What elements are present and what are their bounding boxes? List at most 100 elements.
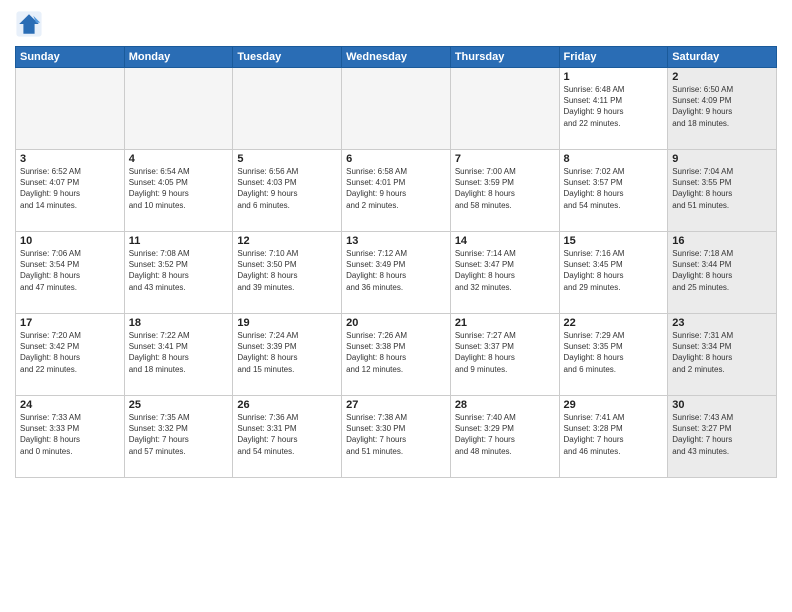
calendar-cell: 2Sunrise: 6:50 AM Sunset: 4:09 PM Daylig… [668,68,777,150]
calendar-cell: 26Sunrise: 7:36 AM Sunset: 3:31 PM Dayli… [233,396,342,478]
calendar-cell: 22Sunrise: 7:29 AM Sunset: 3:35 PM Dayli… [559,314,668,396]
day-info: Sunrise: 7:02 AM Sunset: 3:57 PM Dayligh… [564,166,664,211]
day-number: 1 [564,71,664,83]
calendar-cell: 23Sunrise: 7:31 AM Sunset: 3:34 PM Dayli… [668,314,777,396]
day-number: 2 [672,71,772,83]
logo-icon [15,10,43,38]
day-number: 16 [672,235,772,247]
day-number: 19 [237,317,337,329]
calendar-cell: 3Sunrise: 6:52 AM Sunset: 4:07 PM Daylig… [16,150,125,232]
calendar-table: SundayMondayTuesdayWednesdayThursdayFrid… [15,46,777,478]
day-info: Sunrise: 7:18 AM Sunset: 3:44 PM Dayligh… [672,248,772,293]
calendar-header: SundayMondayTuesdayWednesdayThursdayFrid… [16,47,777,68]
calendar-cell: 4Sunrise: 6:54 AM Sunset: 4:05 PM Daylig… [124,150,233,232]
day-number: 11 [129,235,229,247]
calendar-cell [450,68,559,150]
day-number: 27 [346,399,446,411]
calendar-body: 1Sunrise: 6:48 AM Sunset: 4:11 PM Daylig… [16,68,777,478]
day-number: 5 [237,153,337,165]
calendar-cell: 29Sunrise: 7:41 AM Sunset: 3:28 PM Dayli… [559,396,668,478]
day-number: 21 [455,317,555,329]
calendar-cell [124,68,233,150]
calendar-cell: 18Sunrise: 7:22 AM Sunset: 3:41 PM Dayli… [124,314,233,396]
day-number: 13 [346,235,446,247]
calendar-cell [16,68,125,150]
day-info: Sunrise: 7:20 AM Sunset: 3:42 PM Dayligh… [20,330,120,375]
day-info: Sunrise: 7:41 AM Sunset: 3:28 PM Dayligh… [564,412,664,457]
day-number: 7 [455,153,555,165]
weekday-header-friday: Friday [559,47,668,68]
day-number: 3 [20,153,120,165]
day-info: Sunrise: 7:35 AM Sunset: 3:32 PM Dayligh… [129,412,229,457]
day-info: Sunrise: 7:12 AM Sunset: 3:49 PM Dayligh… [346,248,446,293]
calendar-cell: 17Sunrise: 7:20 AM Sunset: 3:42 PM Dayli… [16,314,125,396]
day-info: Sunrise: 6:58 AM Sunset: 4:01 PM Dayligh… [346,166,446,211]
calendar-week-5: 24Sunrise: 7:33 AM Sunset: 3:33 PM Dayli… [16,396,777,478]
calendar-cell: 27Sunrise: 7:38 AM Sunset: 3:30 PM Dayli… [342,396,451,478]
logo [15,10,47,38]
day-info: Sunrise: 7:10 AM Sunset: 3:50 PM Dayligh… [237,248,337,293]
day-info: Sunrise: 6:54 AM Sunset: 4:05 PM Dayligh… [129,166,229,211]
day-info: Sunrise: 7:24 AM Sunset: 3:39 PM Dayligh… [237,330,337,375]
day-number: 29 [564,399,664,411]
day-info: Sunrise: 7:00 AM Sunset: 3:59 PM Dayligh… [455,166,555,211]
calendar-cell: 5Sunrise: 6:56 AM Sunset: 4:03 PM Daylig… [233,150,342,232]
day-number: 20 [346,317,446,329]
day-info: Sunrise: 7:33 AM Sunset: 3:33 PM Dayligh… [20,412,120,457]
calendar-cell: 12Sunrise: 7:10 AM Sunset: 3:50 PM Dayli… [233,232,342,314]
day-number: 15 [564,235,664,247]
calendar-cell: 11Sunrise: 7:08 AM Sunset: 3:52 PM Dayli… [124,232,233,314]
calendar-cell: 10Sunrise: 7:06 AM Sunset: 3:54 PM Dayli… [16,232,125,314]
day-number: 10 [20,235,120,247]
calendar-cell: 28Sunrise: 7:40 AM Sunset: 3:29 PM Dayli… [450,396,559,478]
weekday-row: SundayMondayTuesdayWednesdayThursdayFrid… [16,47,777,68]
calendar-cell: 1Sunrise: 6:48 AM Sunset: 4:11 PM Daylig… [559,68,668,150]
day-number: 17 [20,317,120,329]
weekday-header-thursday: Thursday [450,47,559,68]
day-number: 18 [129,317,229,329]
calendar-cell: 7Sunrise: 7:00 AM Sunset: 3:59 PM Daylig… [450,150,559,232]
day-number: 22 [564,317,664,329]
day-number: 8 [564,153,664,165]
weekday-header-saturday: Saturday [668,47,777,68]
calendar-cell: 21Sunrise: 7:27 AM Sunset: 3:37 PM Dayli… [450,314,559,396]
day-info: Sunrise: 6:52 AM Sunset: 4:07 PM Dayligh… [20,166,120,211]
day-number: 28 [455,399,555,411]
day-number: 23 [672,317,772,329]
weekday-header-monday: Monday [124,47,233,68]
day-info: Sunrise: 7:26 AM Sunset: 3:38 PM Dayligh… [346,330,446,375]
calendar-cell: 8Sunrise: 7:02 AM Sunset: 3:57 PM Daylig… [559,150,668,232]
day-number: 24 [20,399,120,411]
calendar-cell: 30Sunrise: 7:43 AM Sunset: 3:27 PM Dayli… [668,396,777,478]
calendar-cell: 9Sunrise: 7:04 AM Sunset: 3:55 PM Daylig… [668,150,777,232]
day-info: Sunrise: 6:48 AM Sunset: 4:11 PM Dayligh… [564,84,664,129]
day-info: Sunrise: 7:43 AM Sunset: 3:27 PM Dayligh… [672,412,772,457]
day-info: Sunrise: 7:36 AM Sunset: 3:31 PM Dayligh… [237,412,337,457]
calendar-week-3: 10Sunrise: 7:06 AM Sunset: 3:54 PM Dayli… [16,232,777,314]
calendar-cell: 24Sunrise: 7:33 AM Sunset: 3:33 PM Dayli… [16,396,125,478]
day-number: 9 [672,153,772,165]
day-info: Sunrise: 7:31 AM Sunset: 3:34 PM Dayligh… [672,330,772,375]
day-info: Sunrise: 7:27 AM Sunset: 3:37 PM Dayligh… [455,330,555,375]
day-number: 4 [129,153,229,165]
day-info: Sunrise: 7:16 AM Sunset: 3:45 PM Dayligh… [564,248,664,293]
calendar-cell: 13Sunrise: 7:12 AM Sunset: 3:49 PM Dayli… [342,232,451,314]
calendar-cell [233,68,342,150]
calendar-cell: 14Sunrise: 7:14 AM Sunset: 3:47 PM Dayli… [450,232,559,314]
page: SundayMondayTuesdayWednesdayThursdayFrid… [0,0,792,612]
calendar-week-4: 17Sunrise: 7:20 AM Sunset: 3:42 PM Dayli… [16,314,777,396]
calendar-cell: 15Sunrise: 7:16 AM Sunset: 3:45 PM Dayli… [559,232,668,314]
calendar-cell [342,68,451,150]
day-number: 30 [672,399,772,411]
day-number: 14 [455,235,555,247]
day-info: Sunrise: 7:22 AM Sunset: 3:41 PM Dayligh… [129,330,229,375]
calendar-cell: 16Sunrise: 7:18 AM Sunset: 3:44 PM Dayli… [668,232,777,314]
day-number: 6 [346,153,446,165]
calendar-cell: 6Sunrise: 6:58 AM Sunset: 4:01 PM Daylig… [342,150,451,232]
day-info: Sunrise: 6:50 AM Sunset: 4:09 PM Dayligh… [672,84,772,129]
weekday-header-wednesday: Wednesday [342,47,451,68]
calendar-cell: 19Sunrise: 7:24 AM Sunset: 3:39 PM Dayli… [233,314,342,396]
calendar-cell: 20Sunrise: 7:26 AM Sunset: 3:38 PM Dayli… [342,314,451,396]
day-number: 25 [129,399,229,411]
header [15,10,777,38]
